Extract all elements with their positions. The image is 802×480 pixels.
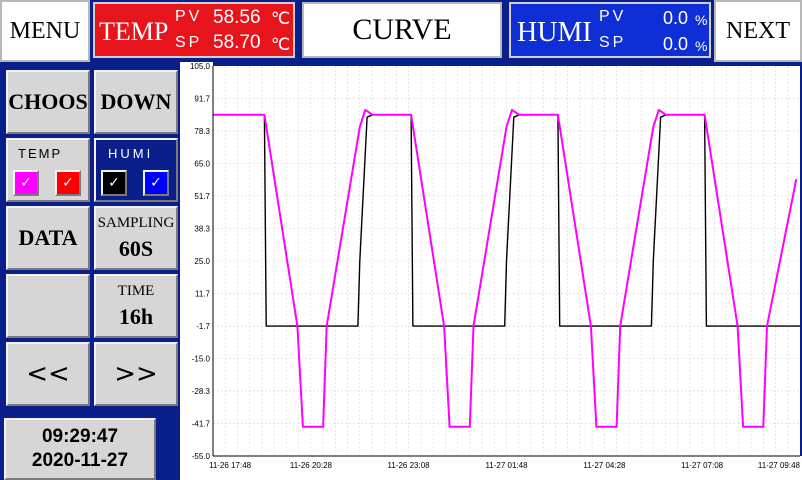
temp-sp-checkbox[interactable]: ✓ [55,170,81,196]
y-tick-label: 78.3 [194,127,210,136]
time-value: 16h [118,303,154,329]
data-button[interactable]: DATA [6,206,90,270]
humi-series-toggle-panel: HUMI ✓ ✓ [94,138,178,202]
y-tick-label: -1.7 [196,322,210,331]
x-tick-label: 11-26 23:08 [387,461,430,470]
temp-pv-unit: ℃ [271,9,291,28]
temp-sp-unit: ℃ [271,35,291,54]
clock-date: 2020-11-27 [31,450,129,471]
y-tick-label: -15.0 [192,355,211,364]
menu-button[interactable]: MENU [0,0,90,62]
page-title-text: CURVE [352,13,452,46]
temp-sp-label: SP [175,34,203,51]
humi-sp-checkbox[interactable]: ✓ [143,170,169,196]
y-tick-label: 25.0 [194,257,210,266]
y-tick-label: 11.7 [195,289,211,298]
humi-toggle-label: HUMI [108,146,154,161]
y-tick-label: -28.3 [192,387,211,396]
next-page-button[interactable]: NEXT [714,0,802,62]
x-axis-ticks: 11-26 17:48 11-26 20:28 11-26 23:08 11-27 0… [209,461,801,470]
temp-pv-checkbox[interactable]: ✓ [13,170,39,196]
x-tick-label: 11-27 07:08 [681,461,724,470]
y-tick-label: -55.0 [192,452,211,461]
sampling-label: SAMPLING [97,214,175,231]
temp-label: TEMP [99,17,169,46]
x-tick-label: 11-26 20:28 [290,461,333,470]
humi-readout-panel: HUMI PV 0.0 % SP 0.0 % [509,2,711,58]
page-title: CURVE [302,2,502,58]
temp-pv-value: 58.56 [213,7,261,28]
x-tick-label: 11-27 01:48 [485,461,528,470]
time-label: TIME [117,282,155,299]
x-tick-label: 11-26 17:48 [209,461,252,470]
sampling-setting[interactable]: SAMPLING 60S [94,206,178,270]
clock-time: 09:29:47 [41,426,119,447]
temp-series-toggle-panel: TEMP ✓ ✓ [6,138,90,202]
down-button-label: DOWN [100,89,172,114]
y-tick-label: -41.7 [192,420,211,429]
scroll-right-button[interactable]: >> [94,342,178,406]
humi-label: HUMI [517,17,592,48]
humi-sp-unit: % [695,38,708,54]
temp-readout-panel: TEMP PV 58.56 ℃ SP 58.70 ℃ [93,2,295,58]
y-tick-label: 91.7 [194,94,210,103]
choose-button-label: CHOOS [8,89,88,114]
x-tick-label: 11-27 04:28 [583,461,626,470]
humi-sp-value: 0.0 [663,34,689,54]
y-tick-label: 65.0 [194,160,210,169]
y-tick-label: 105.0 [190,62,211,71]
humi-sp-label: SP [599,34,627,51]
humi-pv-unit: % [695,12,708,28]
humi-pv-value: 0.0 [663,8,689,28]
humi-pv-checkbox[interactable]: ✓ [101,170,127,196]
clock-display: 09:29:47 2020-11-27 [4,418,156,480]
humi-pv-label: PV [599,8,627,25]
x-tick-label: 11-27 09:48 [758,461,801,470]
temp-sp-value: 58.70 [213,32,261,53]
sampling-value: 60S [118,235,154,261]
empty-button[interactable] [6,274,90,338]
next-page-button-label: NEXT [726,17,790,44]
y-tick-label: 38.3 [194,225,210,234]
data-button-label: DATA [18,225,78,250]
menu-button-label: MENU [9,17,81,44]
temp-toggle-label: TEMP [18,146,63,161]
time-setting[interactable]: TIME 16h [94,274,178,338]
temp-pv-label: PV [175,8,203,25]
down-button[interactable]: DOWN [94,70,178,134]
scroll-left-button[interactable]: << [6,342,90,406]
y-tick-label: 51.7 [194,192,210,201]
scroll-left-label: << [26,359,70,389]
scroll-right-label: >> [114,359,158,389]
curve-chart: 105.0 91.7 78.3 65.0 51.7 38.3 25.0 11.7 -1.7 -15… [180,62,802,480]
choose-button[interactable]: CHOOS [6,70,90,134]
